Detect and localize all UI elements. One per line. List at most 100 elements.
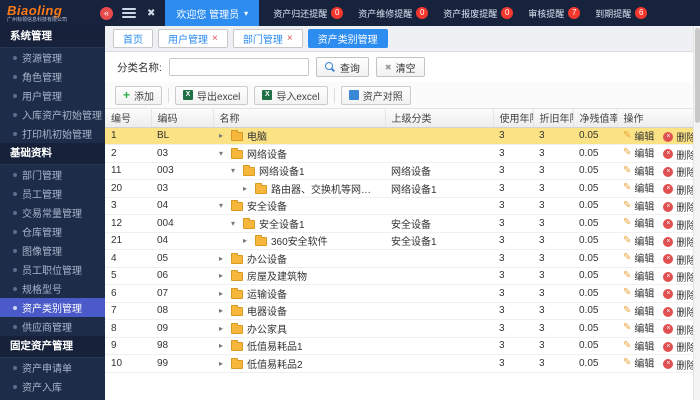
expand-icon[interactable]: ▸ [219,289,227,298]
table-row[interactable]: 2003▸路由器、交换机等网络服务网络设备1330.05✎编辑×删除 [105,179,693,198]
table-row[interactable]: 708▸电器设备330.05✎编辑×删除 [105,302,693,320]
sidebar-item[interactable]: 资产领用 [0,396,105,400]
clear-button[interactable]: ✖ 清空 [375,57,425,77]
expand-icon[interactable]: ▸ [219,306,227,315]
delete-button[interactable]: ×删除 [663,164,693,179]
expand-icon[interactable]: ▸ [219,359,227,368]
edit-button[interactable]: ✎ 编辑 [623,233,654,248]
export-excel-button[interactable]: X 导出excel [175,85,249,105]
sidebar-item[interactable]: 交易常量管理 [0,203,105,222]
tab[interactable]: 资产类别管理 [307,29,388,48]
delete-button[interactable]: ×删除 [663,199,693,214]
topnav-item[interactable]: 资产归还提醒 0 [273,7,344,20]
expand-icon[interactable]: ▸ [219,131,227,140]
tab[interactable]: 用户管理 × [158,29,228,48]
delete-button[interactable]: ×删除 [663,252,693,266]
table-row[interactable]: 304▾安全设备330.05✎编辑×删除 [105,197,693,215]
topnav-item[interactable]: 审核提醒 7 [528,7,581,20]
delete-button[interactable]: ×删除 [663,269,693,284]
sidebar-item[interactable]: 供应商管理 [0,317,105,336]
sidebar-item[interactable]: 员工管理 [0,184,105,203]
table-row[interactable]: 12004▾安全设备1安全设备330.05✎编辑×删除 [105,214,693,233]
table-row[interactable]: 607▸运输设备330.05✎编辑×删除 [105,284,693,303]
category-name-input[interactable] [168,58,309,76]
table-row[interactable]: 1BL▸电脑330.05✎编辑×删除 [105,127,693,145]
expand-icon[interactable]: ▸ [243,184,251,193]
expand-icon[interactable]: ▸ [219,324,227,333]
edit-button[interactable]: ✎ 编辑 [623,285,654,300]
edit-button[interactable]: ✎ 编辑 [623,145,654,160]
sidebar-item[interactable]: 入库资产初始管理 [0,105,105,124]
edit-button[interactable]: ✎ 编辑 [623,268,654,283]
sidebar-item[interactable]: 角色管理 [0,67,105,86]
search-button[interactable]: 查询 [315,57,369,77]
expand-icon[interactable]: ▾ [231,166,239,175]
edit-button[interactable]: ✎ 编辑 [623,355,654,370]
edit-button[interactable]: ✎ 编辑 [623,303,654,318]
expand-icon[interactable]: ▾ [231,219,239,228]
edit-button[interactable]: ✎ 编辑 [623,128,654,143]
delete-button[interactable]: ×删除 [663,182,693,196]
table-row[interactable]: 2104▸360安全软件安全设备1330.05✎编辑×删除 [105,232,693,250]
sidebar-item[interactable]: 部门管理 [0,165,105,184]
sidebar-section-title[interactable]: 系统管理 [0,26,105,48]
edit-button[interactable]: ✎ 编辑 [623,250,654,265]
expand-icon[interactable]: ▸ [219,254,227,263]
close-tab-icon[interactable]: × [212,33,218,44]
import-excel-button[interactable]: X 导入excel [254,85,328,105]
collapse-sidebar-button[interactable]: « [100,6,113,20]
delete-button[interactable]: ×删除 [663,304,693,319]
expand-icon[interactable]: ▸ [243,236,251,245]
sidebar-item[interactable]: 资产类别管理 [0,298,105,317]
table-row[interactable]: 11003▾网络设备1网络设备330.05✎编辑×删除 [105,162,693,180]
edit-button[interactable]: ✎ 编辑 [623,198,654,213]
edit-button[interactable]: ✎ 编辑 [623,163,654,178]
table-row[interactable]: 405▸办公设备330.05✎编辑×删除 [105,249,693,268]
edit-button[interactable]: ✎ 编辑 [623,215,654,230]
table-row[interactable]: 506▸房屋及建筑物330.05✎编辑×删除 [105,267,693,285]
edit-button[interactable]: ✎ 编辑 [623,338,654,353]
table-row[interactable]: 203▾网络设备330.05✎编辑×删除 [105,144,693,163]
topnav-item[interactable]: 资产维修提醒 0 [358,7,429,20]
expand-icon[interactable]: ▾ [219,149,227,158]
scrollbar[interactable] [693,26,700,400]
topnav-item[interactable]: 到期提醒 6 [595,7,648,20]
delete-button[interactable]: ×删除 [663,322,693,336]
delete-button[interactable]: ×删除 [663,217,693,231]
close-tab-icon[interactable]: × [287,33,293,44]
delete-button[interactable]: ×删除 [663,357,693,371]
topnav-item[interactable]: 资产报废提醒 0 [443,7,514,20]
sidebar-item[interactable]: 打印机初始管理 [0,124,105,143]
close-icon[interactable]: ✖ [147,8,155,19]
tab[interactable]: 部门管理 × [232,29,303,48]
menu-icon[interactable] [122,8,136,18]
edit-button[interactable]: ✎ 编辑 [623,320,654,335]
table-row[interactable]: 998▸低值易耗品1330.05✎编辑×删除 [105,337,693,355]
sidebar-section-title[interactable]: 固定资产管理 [0,336,105,358]
table-row[interactable]: 1099▸低值易耗品2330.05✎编辑×删除 [105,354,693,373]
delete-button[interactable]: ×删除 [663,234,693,249]
sidebar-item[interactable]: 资产申请单 [0,358,105,377]
edit-button[interactable]: ✎ 编辑 [623,180,654,195]
sidebar-section-title[interactable]: 基础资料 [0,143,105,165]
delete-button[interactable]: ×删除 [663,339,693,354]
expand-icon[interactable]: ▸ [219,341,227,350]
sidebar-item[interactable]: 用户管理 [0,86,105,105]
user-menu[interactable]: 欢迎您 管理员 ▾ [165,0,260,26]
scrollbar-thumb[interactable] [695,28,700,123]
sidebar-item[interactable]: 图像管理 [0,241,105,260]
tab[interactable]: 首页 [113,29,153,48]
expand-icon[interactable]: ▸ [219,271,227,280]
asset-compare-button[interactable]: 资产对照 [340,85,411,105]
sidebar-item[interactable]: 规格型号 [0,279,105,298]
expand-icon[interactable]: ▾ [219,201,227,210]
add-button[interactable]: + 添加 [115,85,163,105]
sidebar-item[interactable]: 资产入库 [0,377,105,396]
delete-button[interactable]: ×删除 [663,129,693,144]
table-row[interactable]: 809▸办公家具330.05✎编辑×删除 [105,319,693,338]
delete-button[interactable]: ×删除 [663,287,693,301]
delete-button[interactable]: ×删除 [663,147,693,161]
sidebar-item[interactable]: 仓库管理 [0,222,105,241]
sidebar-item[interactable]: 资源管理 [0,48,105,67]
sidebar-item[interactable]: 员工职位管理 [0,260,105,279]
